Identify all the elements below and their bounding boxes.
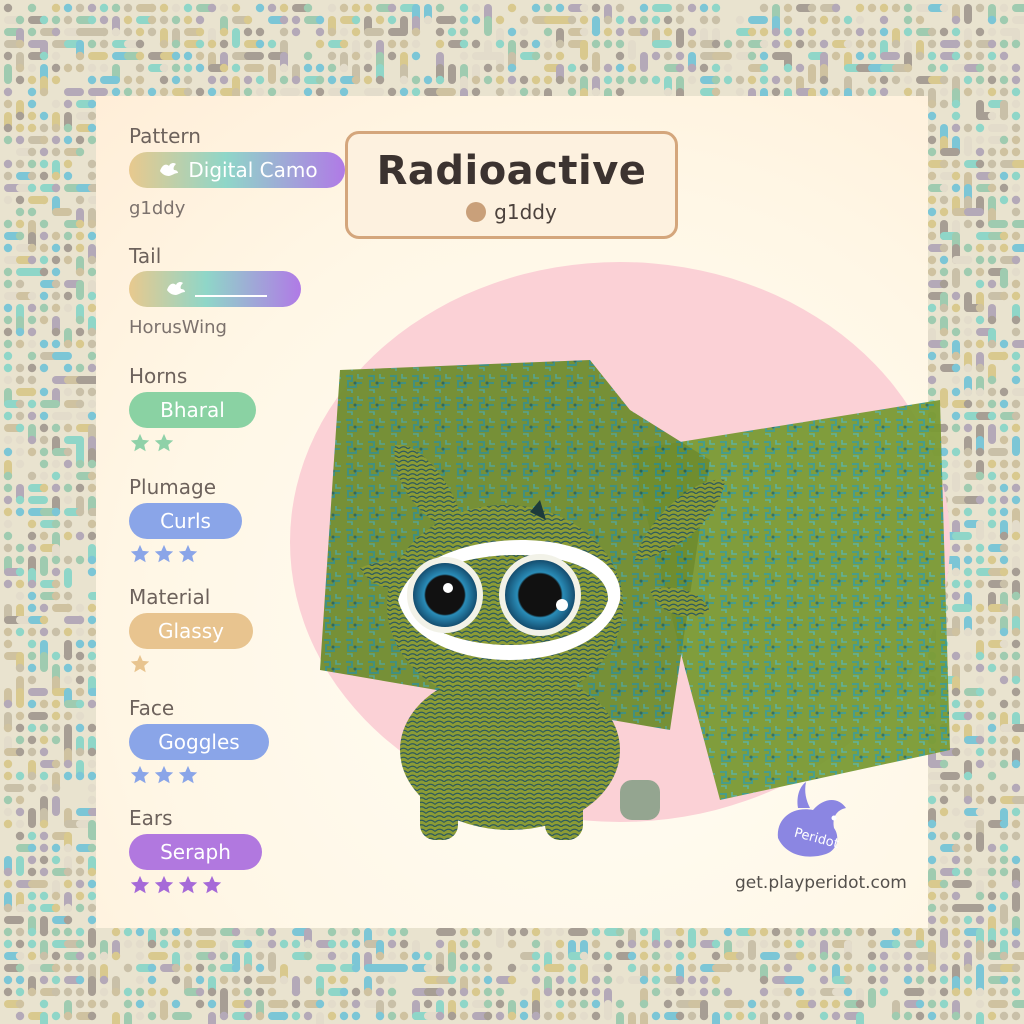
star-icon [130, 875, 150, 894]
website-url: get.playperidot.com [735, 873, 907, 893]
peridot-bird-icon [167, 281, 185, 295]
owner-row: g1ddy [348, 200, 675, 224]
trait-value-material: Glassy [158, 619, 224, 643]
trait-pill-face: Goggles [129, 724, 269, 760]
star-icon [202, 875, 222, 894]
star-icon [154, 765, 174, 784]
owner-name: g1ddy [494, 200, 557, 224]
trait-pill-plumage: Curls [129, 503, 242, 539]
star-icon [154, 544, 174, 563]
trait-label-plumage: Plumage [129, 475, 217, 499]
star-icon [130, 765, 150, 784]
peridot-logo-icon: Peridot [777, 782, 846, 857]
trait-value-ears: Seraph [160, 840, 231, 864]
trait-label-pattern: Pattern [129, 124, 201, 148]
trait-stars-plumage [129, 543, 199, 565]
star-icon [130, 654, 150, 673]
trait-label-face: Face [129, 696, 175, 720]
trait-stars-ears [129, 874, 223, 896]
trait-value-face: Goggles [158, 730, 240, 754]
trait-pill-material: Glassy [129, 613, 253, 649]
star-icon [178, 875, 198, 894]
peridot-bird-icon [160, 162, 179, 176]
trait-value-horns: Bharal [160, 398, 225, 422]
star-icon [178, 765, 198, 784]
trait-pill-tail [129, 271, 301, 307]
star-icon [154, 875, 174, 894]
star-icon [154, 433, 174, 452]
trait-pill-ears: Seraph [129, 834, 262, 870]
trait-value-plumage: Curls [160, 509, 211, 533]
trait-sub-tail: HorusWing [129, 317, 227, 338]
star-icon [178, 544, 198, 563]
trait-value-pattern: Digital Camo [188, 158, 318, 182]
blank-value-underline [195, 295, 267, 297]
trait-label-tail: Tail [129, 244, 162, 268]
trait-pill-pattern: Digital Camo [129, 152, 345, 188]
trait-pill-horns: Bharal [129, 392, 256, 428]
star-icon [130, 544, 150, 563]
star-icon [130, 433, 150, 452]
trait-label-ears: Ears [129, 806, 173, 830]
trait-stars-horns [129, 432, 175, 454]
trait-label-horns: Horns [129, 364, 188, 388]
smiley-icon [466, 202, 487, 222]
pet-name-box: Radioactive g1ddy [345, 131, 678, 239]
trait-stars-face [129, 764, 199, 786]
trait-label-material: Material [129, 585, 211, 609]
peridot-creature-image [320, 360, 950, 840]
trait-stars-material [129, 653, 151, 675]
pet-name: Radioactive [376, 148, 647, 194]
trait-sub-pattern: g1ddy [129, 198, 186, 219]
